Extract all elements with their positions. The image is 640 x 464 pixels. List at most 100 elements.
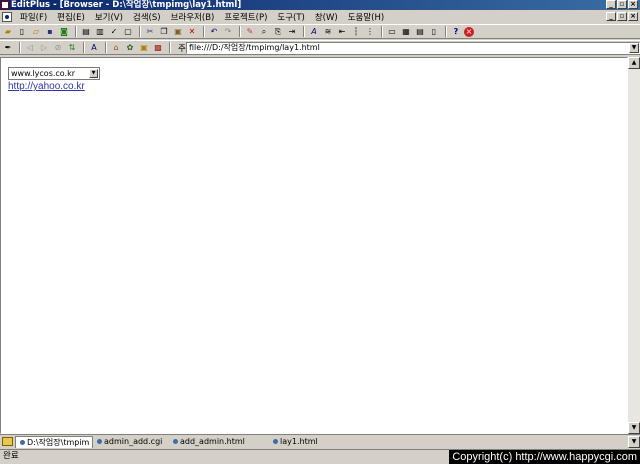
preview-icon[interactable]: ▢ xyxy=(122,26,134,37)
menu-edit[interactable]: 편집(E) xyxy=(52,11,90,23)
refresh-icon[interactable]: ⇅ xyxy=(66,42,78,53)
tab-label: admin_add.cgi xyxy=(104,437,163,446)
cliptext-icon[interactable]: ▯ xyxy=(428,26,440,37)
toolbar-separator xyxy=(105,42,107,53)
redo-icon[interactable]: ↷ xyxy=(222,26,234,37)
save-icon[interactable]: ▪ xyxy=(44,26,56,37)
toolbar-separator xyxy=(139,26,141,37)
browser-view: www.lycos.co.kr ▼ http://yahoo.co.kr xyxy=(0,57,628,434)
find-icon[interactable]: ✎ xyxy=(244,26,256,37)
address-value: file:///D:/작업장/tmpimg/lay1.html xyxy=(189,43,320,52)
address-input[interactable]: file:///D:/작업장/tmpimg/lay1.html ▼ xyxy=(186,42,640,54)
directory-window-icon[interactable]: ▦ xyxy=(400,26,412,37)
doc-close-button[interactable]: × xyxy=(628,12,638,21)
tab-label: lay1.html xyxy=(280,437,318,446)
window-title: EditPlus - [Browser - D:\작업장\tmpimg\lay1… xyxy=(11,0,242,10)
tab-lay1-html[interactable]: lay1.html xyxy=(259,436,329,448)
minimize-button[interactable]: _ xyxy=(606,0,616,9)
delete-icon[interactable]: ✕ xyxy=(186,26,198,37)
toolbar-separator xyxy=(303,26,305,37)
new-file-icon[interactable]: ▯ xyxy=(16,26,28,37)
indent-icon[interactable]: ⇤ xyxy=(336,26,348,37)
maximize-button[interactable]: ▫ xyxy=(617,0,627,9)
output-window-icon[interactable]: ▤ xyxy=(414,26,426,37)
menu-view[interactable]: 보기(V) xyxy=(90,11,128,23)
copyright-watermark: Copyright(c) http://www.happycgi.com xyxy=(449,450,640,464)
tab-add-admin-html[interactable]: add_admin.html xyxy=(169,436,259,448)
doc-restore-button[interactable]: ▫ xyxy=(617,12,627,21)
help-icon[interactable]: ? xyxy=(450,26,462,37)
address-dropdown-icon[interactable]: ▼ xyxy=(629,43,639,53)
toolbar-separator xyxy=(203,26,205,37)
editplus-app-icon xyxy=(1,1,9,9)
toolbar-separator xyxy=(445,26,447,37)
file-icon xyxy=(273,439,278,444)
open-folder-icon[interactable]: ▰ xyxy=(2,26,14,37)
undo-icon[interactable]: ↶ xyxy=(208,26,220,37)
replace-icon[interactable]: ⎘ xyxy=(272,26,284,37)
goto-line-icon[interactable]: ⇥ xyxy=(286,26,298,37)
tab-label: D:\작업장\tmpim xyxy=(27,437,90,447)
window-controls: _ ▫ × xyxy=(606,0,638,9)
menu-project[interactable]: 프로젝트(P) xyxy=(219,11,272,23)
folder-icon[interactable] xyxy=(2,437,13,446)
tab-scroll-icon[interactable]: ▼ xyxy=(628,436,640,448)
print-preview-icon[interactable]: ▤ xyxy=(80,26,92,37)
find-next-icon[interactable]: ⌕ xyxy=(258,26,270,37)
status-bar: 완료 Copyright(c) http://www.happycgi.com xyxy=(0,449,640,464)
word-wrap-icon[interactable]: ≋ xyxy=(322,26,334,37)
favorites-icon[interactable]: ✿ xyxy=(124,42,136,53)
menu-tools[interactable]: 도구(T) xyxy=(272,11,309,23)
back-icon[interactable]: ◁ xyxy=(24,42,36,53)
text-size-icon[interactable]: A xyxy=(88,42,100,53)
doc-minimize-button[interactable]: _ xyxy=(606,12,616,21)
tab-admin-add-cgi[interactable]: admin_add.cgi xyxy=(93,436,169,448)
document-tab-bar: D:\작업장\tmpim admin_add.cgi add_admin.htm… xyxy=(0,434,640,448)
document-window-controls: _ ▫ × xyxy=(606,12,638,21)
stop-icon[interactable]: × xyxy=(464,26,474,37)
menu-help[interactable]: 도움말(H) xyxy=(343,11,389,23)
scroll-up-icon[interactable]: ▲ xyxy=(628,57,640,69)
scroll-down-icon[interactable]: ▼ xyxy=(628,422,640,434)
file-icon xyxy=(173,439,178,444)
yahoo-link[interactable]: http://yahoo.co.kr xyxy=(8,81,85,92)
chevron-down-icon[interactable]: ▼ xyxy=(89,69,98,78)
pen-icon[interactable]: ✒ xyxy=(2,42,14,53)
site-select-value: www.lycos.co.kr xyxy=(11,69,76,78)
stop-loading-icon[interactable]: ⊘ xyxy=(52,42,64,53)
forward-icon[interactable]: ▷ xyxy=(38,42,50,53)
site-select[interactable]: www.lycos.co.kr ▼ xyxy=(8,67,100,80)
ruler-icon[interactable]: ┆ xyxy=(350,26,362,37)
menu-search[interactable]: 검색(S) xyxy=(128,11,166,23)
status-text: 완료 xyxy=(3,451,19,461)
open-icon[interactable]: ▱ xyxy=(30,26,42,37)
save-all-icon[interactable]: ◙ xyxy=(58,26,70,37)
view-source-icon[interactable]: ▩ xyxy=(152,42,164,53)
file-icon xyxy=(20,439,25,445)
menu-file[interactable]: 파일(F) xyxy=(15,11,52,23)
spell-check-icon[interactable]: ✓ xyxy=(108,26,120,37)
font-icon[interactable]: A xyxy=(308,26,320,37)
window-cascade-icon[interactable]: ▭ xyxy=(386,26,398,37)
home-icon[interactable]: ⌂ xyxy=(110,42,122,53)
toolbar-separator xyxy=(75,26,77,37)
menu-window[interactable]: 창(W) xyxy=(310,11,343,23)
main-toolbar: ▰ ▯ ▱ ▪ ◙ ▤ ▥ ✓ ▢ ✂ ❐ ▣ ✕ ↶ ↷ ✎ ⌕ ⎘ ⇥ A … xyxy=(0,24,640,39)
toolbar-separator xyxy=(381,26,383,37)
copy-icon[interactable]: ❐ xyxy=(158,26,170,37)
toolbar-separator xyxy=(19,42,21,53)
close-button[interactable]: × xyxy=(628,0,638,9)
cut-icon[interactable]: ✂ xyxy=(144,26,156,37)
history-icon[interactable]: ▣ xyxy=(138,42,150,53)
vertical-scrollbar[interactable]: ▲ ▼ xyxy=(628,57,640,434)
tab-directory[interactable]: D:\작업장\tmpim xyxy=(15,435,93,448)
paste-icon[interactable]: ▣ xyxy=(172,26,184,37)
menu-browser[interactable]: 브라우저(B) xyxy=(166,11,220,23)
print-icon[interactable]: ▥ xyxy=(94,26,106,37)
browser-toolbar: ✒ ◁ ▷ ⊘ ⇅ A ⌂ ✿ ▣ ▩ 주소(A) file:///D:/작업장… xyxy=(0,40,640,55)
toolbar-separator xyxy=(239,26,241,37)
column-icon[interactable]: ⋮ xyxy=(364,26,376,37)
toolbar-separator xyxy=(169,42,171,53)
tab-label: add_admin.html xyxy=(180,437,245,446)
document-icon[interactable] xyxy=(2,11,12,22)
